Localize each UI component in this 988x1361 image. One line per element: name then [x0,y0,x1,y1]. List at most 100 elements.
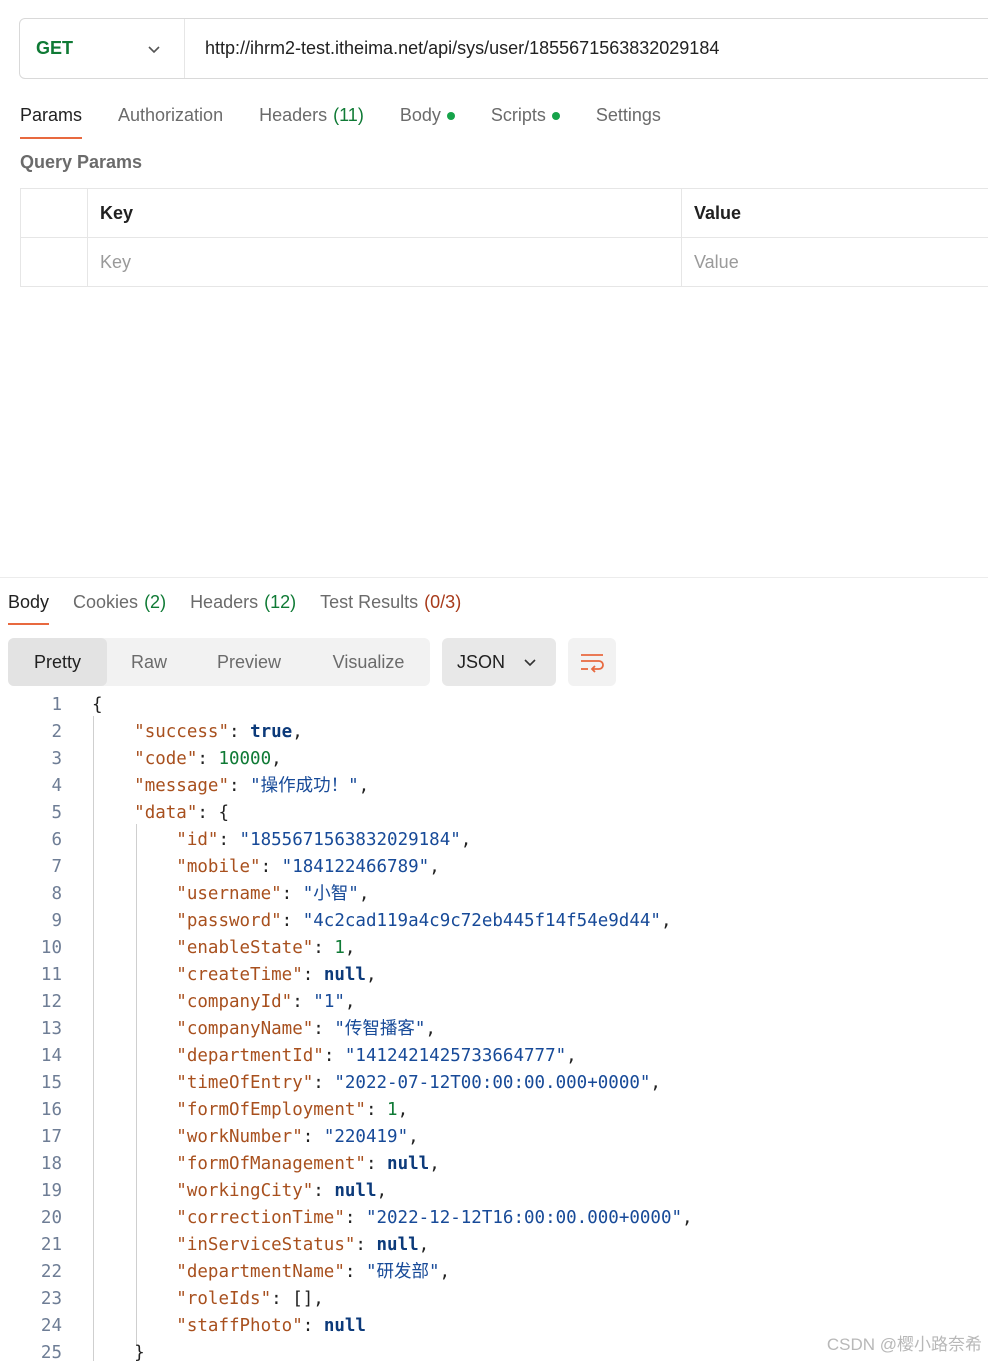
table-row: Key Value [21,238,988,287]
wrap-lines-icon [581,654,604,673]
tab-count: (2) [144,592,167,612]
tab-test-results[interactable]: Test Results (0/3) [320,586,461,624]
tab-label: Body [399,105,441,125]
wrap-lines-button[interactable] [568,638,616,686]
tab-label: Body [8,592,50,612]
line-number: 8 [51,884,62,904]
request-url-bar: GET http://ihrm2-test.itheima.net/api/sy… [19,18,988,79]
code-text: "inServiceStatus": null, [176,1235,430,1255]
line-number: 6 [51,830,62,850]
code-text: "code": 10000, [134,749,282,769]
line-number: 20 [40,1208,62,1228]
tab-headers[interactable]: Headers (11) [259,100,364,138]
tab-authorization[interactable]: Authorization [118,100,223,138]
key-input[interactable]: Key [88,238,682,286]
method-select[interactable]: GET [20,19,185,78]
column-header-value: Value [682,189,988,237]
tab-response-headers[interactable]: Headers (12) [190,586,296,624]
tab-count: (12) [264,592,297,612]
tab-cookies[interactable]: Cookies (2) [73,586,166,624]
tab-label: Settings [595,105,661,125]
table-header-row: Key Value [21,189,988,238]
code-text: "staffPhoto": null [176,1316,366,1336]
value-input[interactable]: Value [682,238,988,286]
code-text: "roleIds": [], [176,1289,324,1309]
code-text: "id": "1855671563832029184", [176,830,472,850]
tab-params[interactable]: Params [20,100,83,139]
code-text: "createTime": null, [176,965,377,985]
line-number: 10 [40,938,62,958]
code-text: "timeOfEntry": "2022-07-12T00:00:00.000+… [176,1073,661,1093]
tab-scripts[interactable]: Scripts [491,100,560,138]
code-text: { [92,695,103,715]
tab-body[interactable]: Body [400,100,455,138]
line-number: 16 [40,1100,62,1120]
checkbox-column-header [21,189,88,237]
view-preview-button[interactable]: Preview [191,638,307,686]
format-select[interactable]: JSON [442,638,556,686]
code-text: "data": { [134,803,229,823]
chevron-down-icon [524,659,536,667]
tab-label: Headers [259,105,328,125]
code-text: "workNumber": "220419", [176,1127,419,1147]
tab-count: (11) [333,105,364,125]
code-text: "username": "小智", [176,884,370,904]
response-tabs: Body Cookies (2) Headers (12) Test Results… [8,586,485,626]
format-label: JSON [457,651,506,672]
line-number: 3 [51,749,62,769]
code-text: "correctionTime": "2022-12-12T16:00:00.0… [176,1208,693,1228]
status-dot-icon [551,112,560,120]
tab-label: Scripts [490,105,546,125]
code-text: "enableState": 1, [176,938,356,958]
request-tabs: Params Authorization Headers (11) Body Sc… [20,100,697,140]
line-number: 13 [40,1019,62,1039]
line-number: 2 [51,722,62,742]
line-number: 23 [40,1289,62,1309]
line-number: 21 [40,1235,62,1255]
tab-label: Authorization [118,105,224,125]
line-number: 18 [40,1154,62,1174]
code-text: "success": true, [134,722,303,742]
line-number: 24 [40,1316,62,1336]
code-text: "formOfEmployment": 1, [176,1100,409,1120]
tab-label: Test Results [320,592,419,612]
line-number: 12 [40,992,62,1012]
response-body-code[interactable]: 1 {2 "success": true, 3 "code": 10000, 4 "m… [0,692,988,1361]
tab-label: Headers [190,592,259,612]
line-number: 1 [51,695,62,715]
response-divider[interactable] [0,577,988,578]
tab-label: Cookies [73,592,139,612]
view-mode-selector: Pretty Raw Preview Visualize [8,638,430,686]
code-text: "formOfManagement": null, [176,1154,440,1174]
line-number: 5 [51,803,62,823]
code-text: "message": "操作成功！", [134,776,370,796]
column-header-key: Key [88,189,682,237]
line-number: 25 [40,1343,62,1361]
line-number: 11 [40,965,62,985]
tab-label: Params [20,105,83,125]
line-number: 14 [40,1046,62,1066]
code-text: "mobile": "184122466789", [176,857,440,877]
code-text: "password": "4c2cad119a4c9c72eb445f14f54… [176,911,672,931]
line-number: 4 [51,776,62,796]
view-raw-button[interactable]: Raw [107,638,191,686]
code-text: "workingCity": null, [176,1181,388,1201]
tab-response-body[interactable]: Body [8,586,50,625]
watermark: CSDN @樱小路奈希 [826,1335,982,1354]
chevron-down-icon [148,45,160,53]
row-checkbox-cell [21,238,88,286]
code-text: "companyId": "1", [176,992,356,1012]
method-label: GET [36,38,74,58]
tab-count: (0/3) [424,592,462,612]
line-number: 19 [40,1181,62,1201]
params-table: Key Value Key Value [20,188,988,287]
code-text: "departmentId": "1412421425733664777", [176,1046,577,1066]
line-number: 9 [51,911,62,931]
url-input[interactable]: http://ihrm2-test.itheima.net/api/sys/us… [185,38,719,59]
view-pretty-button[interactable]: Pretty [8,638,107,686]
tab-settings[interactable]: Settings [596,100,661,138]
code-text: } [92,1343,145,1361]
view-visualize-button[interactable]: Visualize [307,638,430,686]
line-number: 7 [51,857,62,877]
line-number: 22 [40,1262,62,1282]
